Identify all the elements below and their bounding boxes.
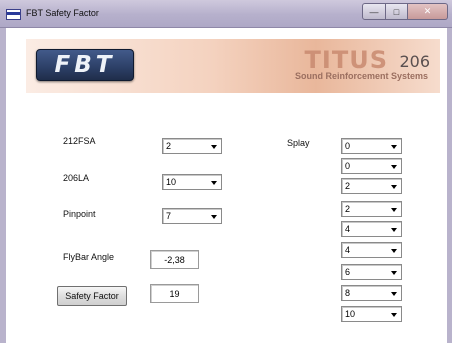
maximize-button[interactable]: □ [386, 3, 408, 20]
la-label: 206LA [63, 173, 90, 183]
splay-select-7[interactable]: 6 [341, 264, 402, 280]
titus-logo-subtitle: Sound Reinforcement Systems [294, 71, 428, 81]
splay-value: 10 [345, 309, 356, 319]
splay-select-9[interactable]: 10 [341, 306, 402, 322]
chevron-down-icon[interactable] [391, 185, 397, 189]
minimize-icon: — [369, 6, 379, 17]
close-icon: ✕ [423, 6, 432, 16]
splay-value: 0 [345, 141, 351, 151]
minimize-button[interactable]: — [362, 3, 386, 20]
titus-logo-number: 206 [399, 52, 430, 71]
splay-select-2[interactable]: 0 [341, 158, 402, 174]
window-title-bar: FBT Safety Factor — □ ✕ [0, 0, 452, 28]
fsa-label: 212FSA [63, 136, 96, 146]
window-controls: — □ ✕ [362, 3, 448, 20]
chevron-down-icon[interactable] [211, 215, 217, 219]
splay-select-4[interactable]: 2 [341, 201, 402, 217]
titus-logo-word: TITUS [304, 46, 388, 74]
header-banner: FBT TITUS 206 Sound Reinforcement System… [26, 39, 440, 93]
window-title: FBT Safety Factor [26, 8, 99, 18]
maximize-icon: □ [393, 6, 400, 17]
la-select-value: 10 [166, 177, 177, 187]
chevron-down-icon[interactable] [391, 145, 397, 149]
splay-select-3[interactable]: 2 [341, 178, 402, 194]
chevron-down-icon[interactable] [211, 181, 217, 185]
chevron-down-icon[interactable] [391, 208, 397, 212]
close-button[interactable]: ✕ [408, 3, 448, 20]
chevron-down-icon[interactable] [391, 313, 397, 317]
splay-value: 0 [345, 161, 351, 171]
pinpoint-select[interactable]: 7 [162, 208, 222, 224]
safety-factor-result: 19 [150, 284, 199, 303]
splay-select-1[interactable]: 0 [341, 138, 402, 154]
splay-value: 4 [345, 224, 351, 234]
splay-select-8[interactable]: 8 [341, 285, 402, 301]
chevron-down-icon[interactable] [391, 271, 397, 275]
chevron-down-icon[interactable] [391, 249, 397, 253]
splay-value: 6 [345, 267, 351, 277]
chevron-down-icon[interactable] [391, 228, 397, 232]
chevron-down-icon[interactable] [391, 165, 397, 169]
fsa-select[interactable]: 2 [162, 138, 222, 154]
splay-value: 2 [345, 181, 351, 191]
splay-value: 4 [345, 245, 351, 255]
fsa-select-value: 2 [166, 141, 172, 151]
flybar-angle-field[interactable]: -2,38 [150, 250, 199, 269]
splay-select-5[interactable]: 4 [341, 221, 402, 237]
chevron-down-icon[interactable] [211, 145, 217, 149]
fbt-logo: FBT [36, 49, 134, 81]
splay-select-6[interactable]: 4 [341, 242, 402, 258]
chevron-down-icon[interactable] [391, 292, 397, 296]
splay-label: Splay [287, 138, 310, 148]
safety-factor-button[interactable]: Safety Factor [57, 286, 127, 306]
la-select[interactable]: 10 [162, 174, 222, 190]
app-icon [6, 9, 21, 20]
titus-logo: TITUS 206 Sound Reinforcement Systems [260, 46, 430, 86]
pinpoint-select-value: 7 [166, 211, 172, 221]
pinpoint-label: Pinpoint [63, 209, 96, 219]
splay-value: 2 [345, 204, 351, 214]
splay-value: 8 [345, 288, 351, 298]
flybar-angle-label: FlyBar Angle [63, 252, 115, 262]
